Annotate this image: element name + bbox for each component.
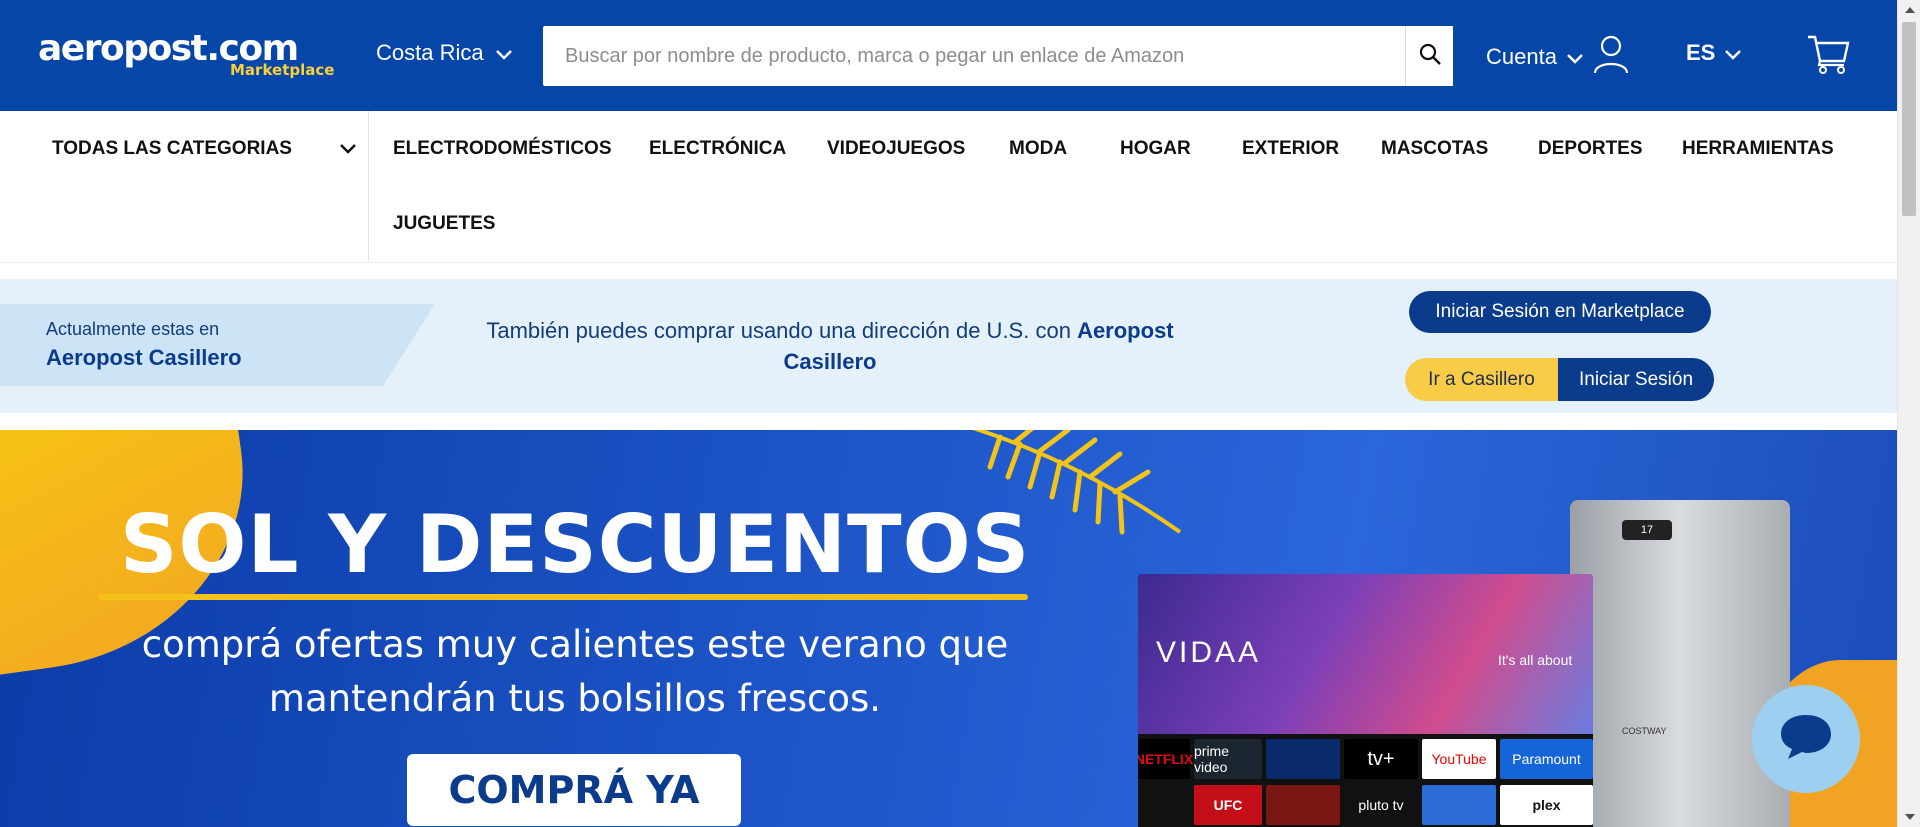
go-to-casillero-button[interactable]: Ir a Casillero [1405,358,1558,401]
air-conditioner-image: 17 COSTWAY [1570,500,1790,827]
tv-app-grid: NETFLIX prime video tv+ YouTube Paramoun… [1138,739,1593,827]
casillero-message: También puedes comprar usando una direcc… [455,315,1205,377]
language-label: ES [1686,40,1716,65]
app-tile [1266,739,1340,779]
casillero-banner: Actualmente estas en Aeropost Casillero … [0,279,1897,413]
logo-marketplace-label: Marketplace [230,61,335,79]
tv-brand-label: VIDAA [1156,636,1262,669]
chevron-down-icon [495,40,512,66]
casillero-button-group: Ir a Casillero Iniciar Sesión [1405,358,1714,401]
hero-subtitle-line-1: comprá ofertas muy calientes este verano… [141,623,1009,666]
netflix-tile: NETFLIX [1138,739,1193,779]
search-bar [543,26,1453,86]
pluto-tv-tile: pluto tv [1344,785,1418,825]
user-icon [1593,34,1629,80]
chevron-down-icon [340,138,356,160]
scroll-up-arrow[interactable] [1898,0,1920,20]
chevron-down-icon [1725,40,1742,66]
tv-image: VIDAA It's all about NETFLIX prime video… [1138,574,1593,827]
search-input[interactable] [543,26,1405,86]
youtube-tile: YouTube [1422,739,1496,779]
category-hogar[interactable]: HOGAR [1120,138,1191,160]
hero-underline [98,594,1028,600]
marketplace-login-button[interactable]: Iniciar Sesión en Marketplace [1409,291,1711,333]
cart-icon [1806,35,1850,78]
category-moda[interactable]: MODA [1009,138,1067,160]
category-electrodomesticos[interactable]: ELECTRODOMÉSTICOS [393,138,612,160]
ac-display: 17 [1622,520,1672,540]
app-tile [1422,785,1496,825]
country-label: Costa Rica [376,40,484,65]
current-location-label: Actualmente estas en [46,319,220,339]
tv-tagline: It's all about [1498,652,1573,668]
paramount-tile: Paramount [1500,739,1593,779]
category-mascotas[interactable]: MASCOTAS [1381,138,1488,160]
chat-button[interactable] [1752,685,1860,793]
category-nav: TODAS LAS CATEGORIAS ELECTRODOMÉSTICOS E… [0,111,1897,263]
casillero-message-text: También puedes comprar usando una direcc… [486,318,1071,343]
category-exterior[interactable]: EXTERIOR [1242,138,1339,160]
page-scrollbar[interactable] [1897,0,1920,827]
chat-bubble-icon [1778,712,1834,767]
category-herramientas[interactable]: HERRAMIENTAS [1682,138,1834,160]
hero-subtitle-line-2: mantendrán tus bolsillos frescos. [268,677,882,720]
login-button[interactable]: Iniciar Sesión [1558,358,1714,401]
account-label: Cuenta [1486,44,1557,69]
search-icon [1418,42,1442,71]
scroll-down-arrow[interactable] [1898,807,1920,827]
chevron-down-icon [1567,44,1583,70]
hero-subtitle: comprá ofertas muy calientes este verano… [90,618,1060,726]
apple-tv-tile: tv+ [1344,739,1418,779]
country-selector[interactable]: Costa Rica [376,40,512,66]
category-juguetes[interactable]: JUGUETES [393,213,495,235]
nav-divider [368,111,369,261]
aeropost-logo[interactable]: aeropost.com Marketplace [38,28,338,84]
search-button[interactable] [1405,26,1453,86]
cart-button[interactable] [1806,34,1850,79]
language-selector[interactable]: ES [1686,40,1742,66]
scrollbar-thumb[interactable] [1902,22,1916,216]
category-electronica[interactable]: ELECTRÓNICA [649,138,786,160]
plex-tile: plex [1500,785,1593,825]
tv-screen: VIDAA It's all about [1138,574,1593,734]
hero-banner[interactable]: SOL Y DESCUENTOS comprá ofertas muy cali… [0,430,1897,827]
category-videojuegos[interactable]: VIDEOJUEGOS [827,138,965,160]
ac-brand-label: COSTWAY [1622,726,1667,736]
ufc-tile: UFC [1194,785,1262,825]
prime-video-tile: prime video [1194,739,1262,779]
top-header: aeropost.com Marketplace Costa Rica Cuen… [0,0,1897,111]
account-menu[interactable]: Cuenta [1486,34,1629,80]
hero-title: SOL Y DESCUENTOS [119,498,1031,591]
current-location-name: Aeropost Casillero [46,345,242,370]
shop-now-button[interactable]: COMPRÁ YA [407,754,741,826]
all-categories-label: TODAS LAS CATEGORIAS [52,138,292,159]
app-tile [1266,785,1340,825]
category-deportes[interactable]: DEPORTES [1538,138,1643,160]
all-categories-dropdown[interactable]: TODAS LAS CATEGORIAS [52,138,356,160]
